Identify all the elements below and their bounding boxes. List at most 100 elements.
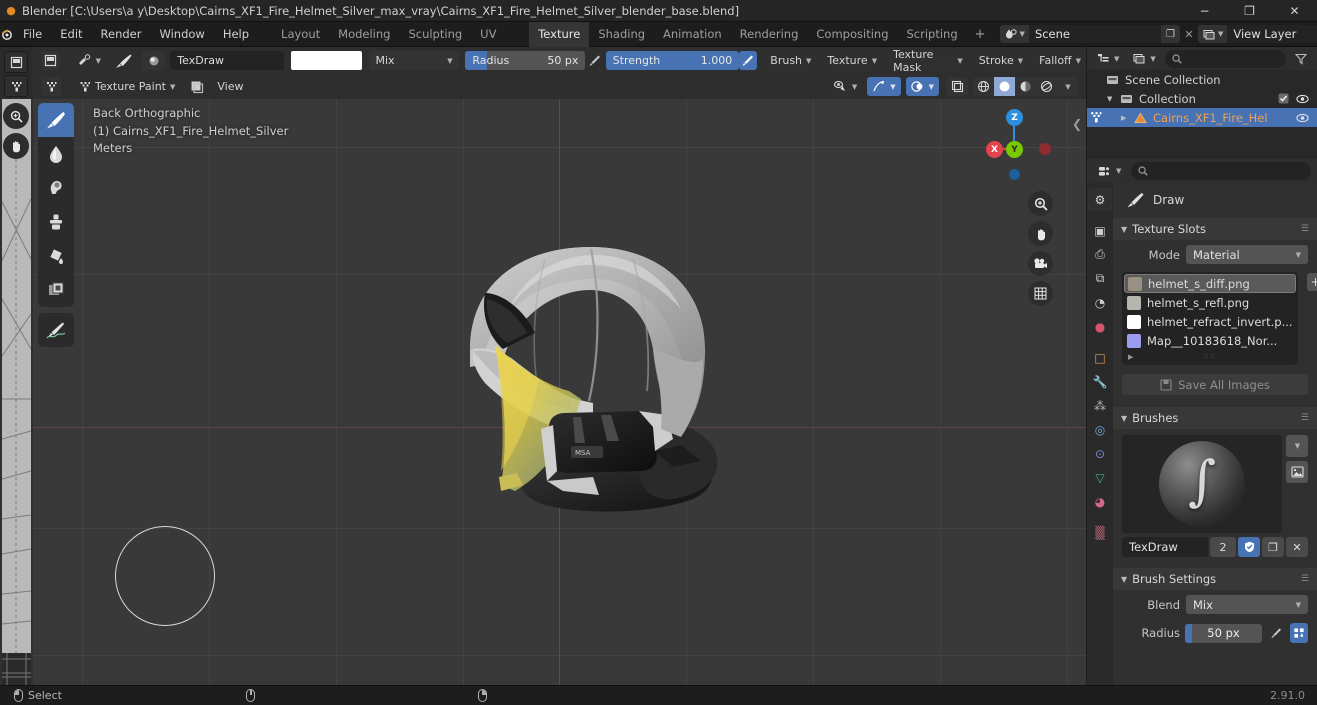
annotate-tool-button[interactable] — [38, 313, 74, 347]
maximize-button[interactable]: ❐ — [1227, 0, 1272, 22]
outliner-row[interactable]: ▶Cairns_XF1_Fire_Hel — [1087, 108, 1317, 127]
scene-name[interactable]: Scene — [1029, 25, 1161, 43]
uv-pan-icon[interactable] — [3, 133, 29, 159]
strength-pressure-icon[interactable] — [739, 51, 756, 70]
outliner-search-input[interactable] — [1165, 50, 1286, 68]
radius-slider[interactable]: Radius 50 px — [465, 51, 585, 70]
outliner-filter-icon[interactable] — [1290, 49, 1312, 68]
eye-icon[interactable] — [1296, 113, 1309, 123]
uv-map-canvas[interactable] — [2, 99, 31, 661]
save-all-images-button[interactable]: Save All Images — [1122, 374, 1308, 395]
workspace-tab-layout[interactable]: Layout — [272, 22, 329, 47]
fill-tool-button[interactable] — [38, 239, 74, 273]
brush-name-field[interactable]: TexDraw — [170, 51, 283, 70]
properties-output-tab[interactable]: ⎙ — [1088, 243, 1112, 266]
properties-particles-tab[interactable]: ⁂ — [1088, 394, 1112, 417]
menu-edit[interactable]: Edit — [51, 25, 91, 43]
camera-icon[interactable] — [1028, 251, 1053, 276]
properties-render-tab[interactable]: ▣ — [1088, 219, 1112, 242]
gizmo-axis-neg-x[interactable] — [1039, 143, 1051, 155]
fake-user-toggle[interactable] — [1238, 537, 1260, 557]
texture-slot-list[interactable]: helmet_s_diff.pnghelmet_s_refl.pnghelmet… — [1122, 272, 1298, 365]
properties-data-tab[interactable]: ▽ — [1088, 466, 1112, 489]
popover-falloff[interactable]: Falloff▼ — [1034, 51, 1086, 70]
eye-icon[interactable] — [1296, 94, 1309, 104]
brush-users-count[interactable]: 2 — [1210, 537, 1236, 557]
menu-help[interactable]: Help — [214, 25, 258, 43]
properties-modifier-tab[interactable]: 🔧 — [1088, 370, 1112, 393]
shading-solid[interactable] — [994, 77, 1015, 96]
texture-slot-item[interactable]: helmet_s_diff.png — [1124, 274, 1296, 293]
viewport-editor-type-icon[interactable] — [41, 77, 61, 96]
uv-editor-type-icon[interactable] — [4, 51, 28, 73]
workspace-tab-animation[interactable]: Animation — [654, 22, 731, 47]
disclosure-triangle-icon[interactable]: ▼ — [1107, 95, 1116, 103]
scene-browse-icon[interactable]: ▼ — [1000, 25, 1029, 43]
unified-radius-toggle[interactable] — [1290, 623, 1308, 643]
blender-logo-icon[interactable] — [0, 27, 14, 41]
unlink-brush-button[interactable]: ✕ — [1286, 537, 1308, 557]
close-button[interactable]: ✕ — [1272, 0, 1317, 22]
properties-texture-tab[interactable]: ▒ — [1088, 521, 1112, 544]
brush-browse-dropdown[interactable]: ▼ — [1286, 435, 1308, 457]
brush-settings-panel-header[interactable]: ▼ Brush Settings ☰ — [1113, 568, 1317, 590]
texture-slot-list-footer[interactable]: ▶⁙⁙ — [1124, 350, 1296, 363]
brush-preview[interactable]: ∫ — [1122, 435, 1282, 533]
properties-world-tab[interactable]: ● — [1088, 315, 1112, 338]
viewport-canvas[interactable]: MSA Back Orthographic (1) Cairns_XF1_Fir… — [33, 99, 1086, 685]
brush-datablock-name[interactable]: TexDraw — [1122, 537, 1208, 557]
workspace-tab-texture-paint[interactable]: Texture Paint — [529, 22, 589, 47]
add-workspace-button[interactable]: + — [967, 27, 994, 42]
interaction-mode-select[interactable]: Texture Paint ▼ — [73, 77, 180, 96]
new-scene-button[interactable]: ❐ — [1161, 25, 1180, 43]
properties-constraints-tab[interactable]: ⊙ — [1088, 442, 1112, 465]
soften-tool-button[interactable] — [38, 137, 74, 171]
clone-tool-button[interactable] — [38, 205, 74, 239]
minimize-button[interactable]: − — [1182, 0, 1227, 22]
sidebar-toggle-arrow[interactable]: ❮ — [1072, 117, 1082, 131]
outliner-display-mode[interactable]: ▼ — [1128, 49, 1160, 68]
workspace-tab-sculpting[interactable]: Sculpting — [399, 22, 471, 47]
properties-object-tab[interactable]: □ — [1088, 346, 1112, 369]
workspace-tab-rendering[interactable]: Rendering — [731, 22, 808, 47]
add-texture-slot-button[interactable]: + — [1307, 273, 1317, 291]
menu-window[interactable]: Window — [150, 25, 213, 43]
workspace-tab-uv-editing[interactable]: UV Editing — [471, 22, 529, 47]
brush-preset-selector[interactable]: ▼ — [72, 51, 106, 70]
checkbox-icon[interactable] — [1278, 93, 1289, 104]
menu-render[interactable]: Render — [92, 25, 151, 43]
disclosure-triangle-icon[interactable]: ▶ — [1121, 114, 1130, 122]
shading-rendered[interactable] — [1036, 77, 1057, 96]
properties-editor-type-icon[interactable]: ▼ — [1093, 162, 1126, 181]
outliner-row[interactable]: ▼Collection — [1087, 89, 1317, 108]
workspace-tab-modeling[interactable]: Modeling — [329, 22, 399, 47]
workspace-tab-shading[interactable]: Shading — [589, 22, 654, 47]
gizmo-axis-y[interactable]: Y — [1006, 141, 1023, 158]
paint-mask-icon[interactable] — [186, 77, 208, 96]
properties-material-tab[interactable]: ◕ — [1088, 490, 1112, 513]
gizmo-axis-z[interactable]: Z — [1006, 109, 1023, 126]
editor-type-icon[interactable] — [41, 51, 60, 70]
radius-pressure-icon[interactable] — [585, 51, 602, 70]
visibility-popover[interactable]: ▼ — [828, 77, 862, 96]
unlink-scene-button[interactable]: ✕ — [1180, 25, 1198, 43]
popover-stroke[interactable]: Stroke▼ — [974, 51, 1028, 70]
brush-color-swatch[interactable] — [291, 51, 361, 70]
menu-file[interactable]: File — [14, 25, 51, 43]
duplicate-brush-button[interactable]: ❐ — [1262, 537, 1284, 557]
strength-slider[interactable]: Strength 1.000 — [606, 51, 740, 70]
mask-tool-button[interactable] — [38, 273, 74, 307]
texture-slot-item[interactable]: helmet_refract_invert.p... — [1124, 312, 1296, 331]
shading-wireframe[interactable] — [973, 77, 994, 96]
draw-tool-button[interactable] — [38, 103, 74, 137]
gizmo-axis-neg-z[interactable] — [1009, 169, 1020, 180]
texture-slots-panel-header[interactable]: ▼ Texture Slots ☰ — [1113, 218, 1317, 240]
popover-brush[interactable]: Brush▼ — [765, 51, 816, 70]
overlays-toggle[interactable]: ▼ — [906, 77, 939, 96]
smear-tool-button[interactable] — [38, 171, 74, 205]
uv-paint-mode-icon[interactable] — [4, 75, 28, 97]
popover-texture[interactable]: Texture▼ — [822, 51, 882, 70]
shading-popover-arrow[interactable]: ▼ — [1057, 77, 1078, 96]
workspace-tab-scripting[interactable]: Scripting — [898, 22, 967, 47]
texture-slot-item[interactable]: Map__10183618_Nor... — [1124, 331, 1296, 350]
